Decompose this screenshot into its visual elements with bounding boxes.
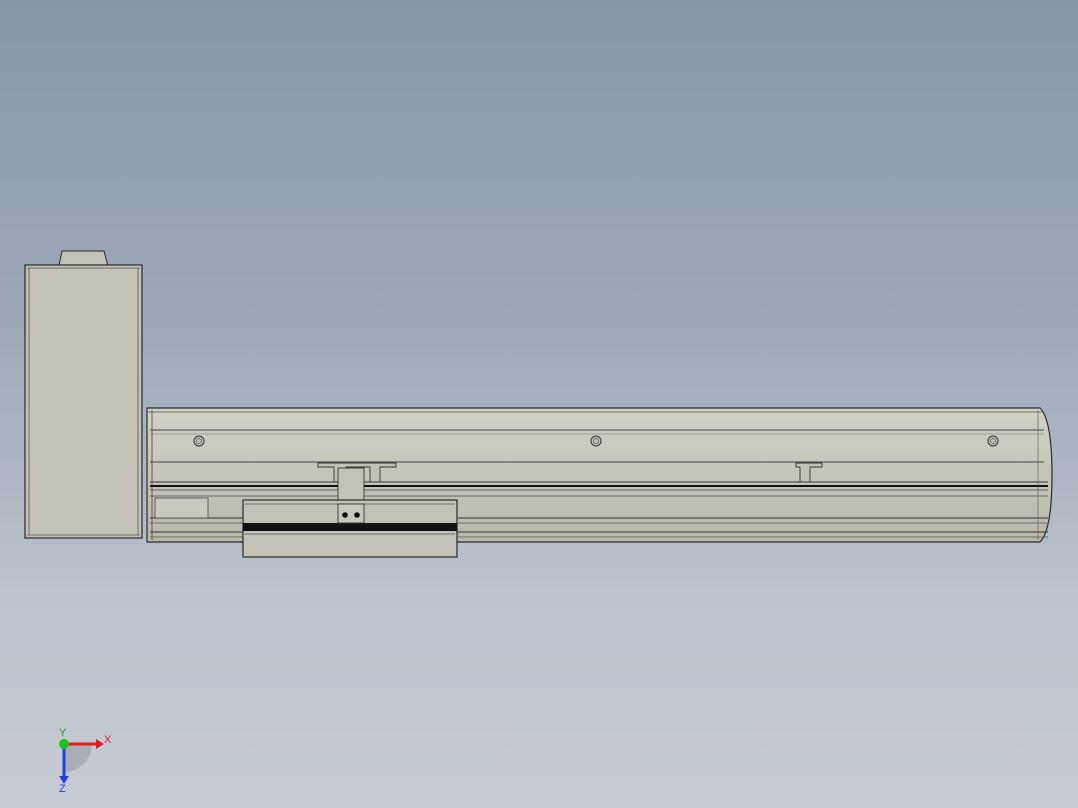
triad-plane: [64, 744, 92, 772]
orientation-triad: X Y Z: [40, 724, 120, 795]
screw: [193, 435, 205, 447]
y-axis-label: Y: [59, 727, 67, 739]
y-axis-dot: [59, 739, 69, 749]
z-axis-label: Z: [59, 783, 66, 794]
x-axis-arrow: [96, 739, 104, 749]
motor-handle: [58, 250, 109, 267]
graphics-viewport[interactable]: X Y Z: [0, 0, 1078, 808]
screw: [987, 435, 999, 447]
model-view[interactable]: [0, 0, 1078, 808]
x-axis-label: X: [104, 734, 112, 746]
motor-housing: [24, 250, 143, 539]
triad-graphic: X Y Z: [59, 727, 112, 795]
screw: [590, 435, 602, 447]
